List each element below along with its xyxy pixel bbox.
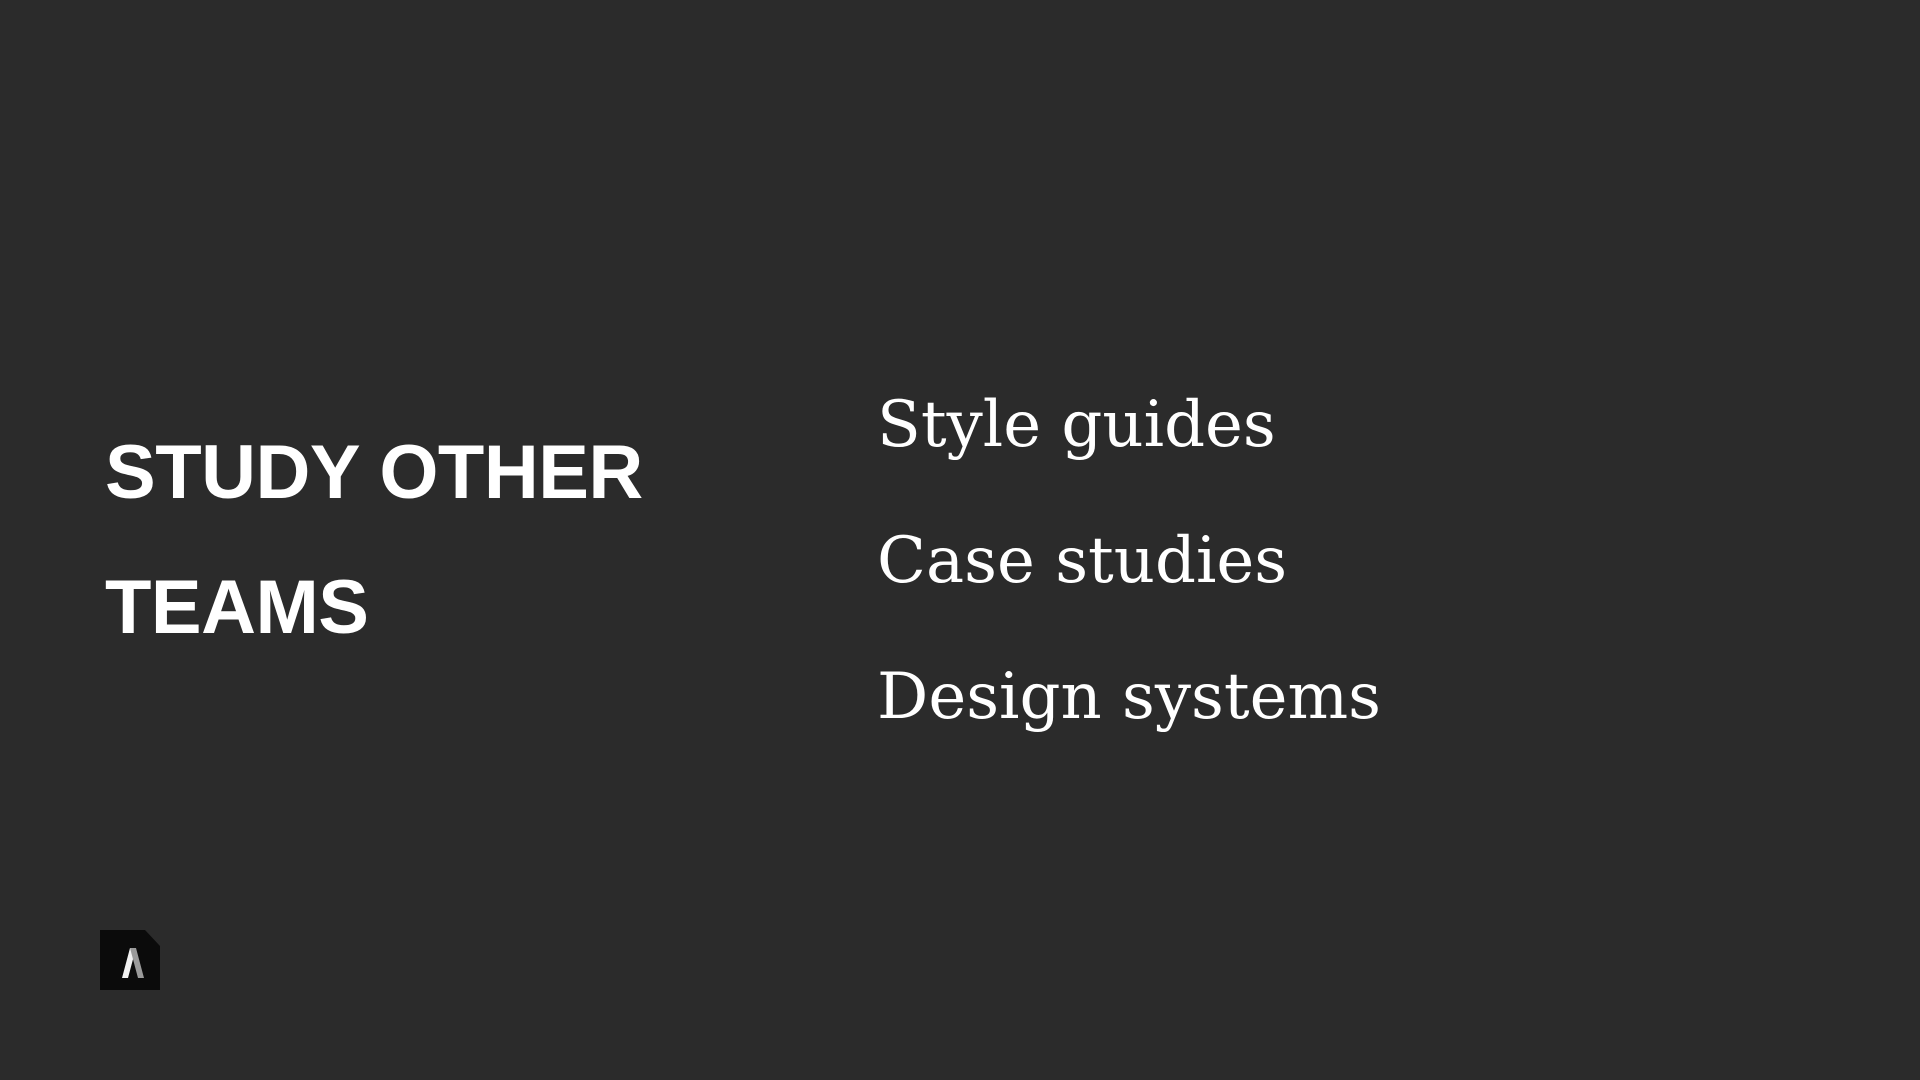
slide-title-line-2: TEAMS <box>105 565 369 650</box>
slide: STUDY OTHER TEAMS Style guides Case stud… <box>0 0 1920 1080</box>
brand-logo-icon <box>100 930 160 990</box>
slide-title-line-1: STUDY OTHER <box>105 430 643 515</box>
slide-title: STUDY OTHER TEAMS <box>105 405 745 675</box>
topic-list: Style guides Case studies Design systems <box>877 357 1381 765</box>
topic-item-style-guides: Style guides <box>877 388 1276 462</box>
topic-item-design-systems: Design systems <box>877 660 1381 734</box>
topic-item-case-studies: Case studies <box>877 524 1288 598</box>
